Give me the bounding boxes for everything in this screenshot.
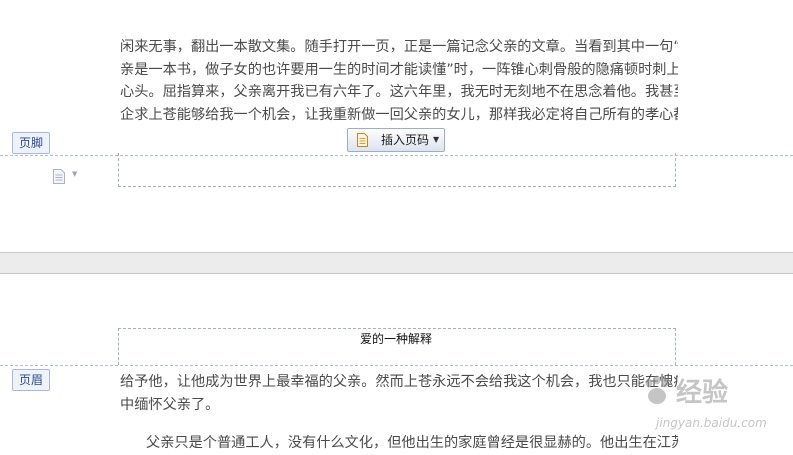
watermark-name: 经验 — [676, 378, 729, 408]
page-number-doc-icon — [357, 133, 368, 147]
header-boundary-line — [0, 365, 793, 366]
chevron-down-icon: ▼ — [433, 135, 440, 144]
body-paragraph-3[interactable]: 父亲只是个普通工人，没有什么文化，但他出生的家庭曾经是很显赫的。他出生在江苏 — [146, 432, 678, 455]
text-line[interactable]: 中缅怀父亲了。 — [120, 394, 678, 417]
watermark-url: jingyan.baidu.com — [656, 416, 767, 430]
insert-page-number-label: 插入页码 — [381, 133, 430, 147]
text-line[interactable]: 企求上苍能够给我一个机会，让我重新做一回父亲的女儿，那样我必定将自己所有的孝心都 — [120, 104, 678, 127]
header-title-text[interactable]: 爱的一种解释 — [118, 330, 674, 347]
text-line[interactable]: 心头。屈指算来，父亲离开我已有六年了。这六年里，我无时无刻地不在思念着他。我甚至 — [120, 81, 678, 104]
header-label-tag: 页眉 — [12, 369, 51, 391]
chevron-down-icon[interactable]: ▼ — [72, 170, 77, 178]
page-options-doc-icon[interactable] — [53, 169, 65, 184]
footer-edit-area[interactable] — [118, 153, 676, 187]
text-line[interactable]: 闲来无事，翻出一本散文集。随手打开一页，正是一篇记念父亲的文章。当看到其中一句“… — [120, 36, 678, 59]
baidu-jingyan-watermark: 经验 jingyan.baidu.com — [640, 372, 790, 436]
body-paragraph-2[interactable]: 给予他，让他成为世界上最幸福的父亲。然而上苍永远不会给我这个机会，我也只能在愧疚… — [120, 371, 678, 416]
text-line[interactable]: 父亲只是个普通工人，没有什么文化，但他出生的家庭曾经是很显赫的。他出生在江苏 — [146, 432, 678, 455]
text-line[interactable]: 亲是一本书，做子女的也许要用一生的时间才能读懂”时，一阵锥心刺骨般的隐痛顿时刺上 — [120, 59, 678, 82]
paw-logo-icon — [645, 375, 669, 404]
page-separator — [0, 253, 793, 274]
insert-page-number-button[interactable]: 插入页码 ▼ — [347, 128, 445, 152]
text-line[interactable]: 给予他，让他成为世界上最幸福的父亲。然而上苍永远不会给我这个机会，我也只能在愧疚 — [120, 371, 678, 394]
footer-label-tag: 页脚 — [12, 132, 51, 154]
body-paragraph-1[interactable]: 闲来无事，翻出一本散文集。随手打开一页，正是一篇记念父亲的文章。当看到其中一句“… — [120, 36, 678, 126]
